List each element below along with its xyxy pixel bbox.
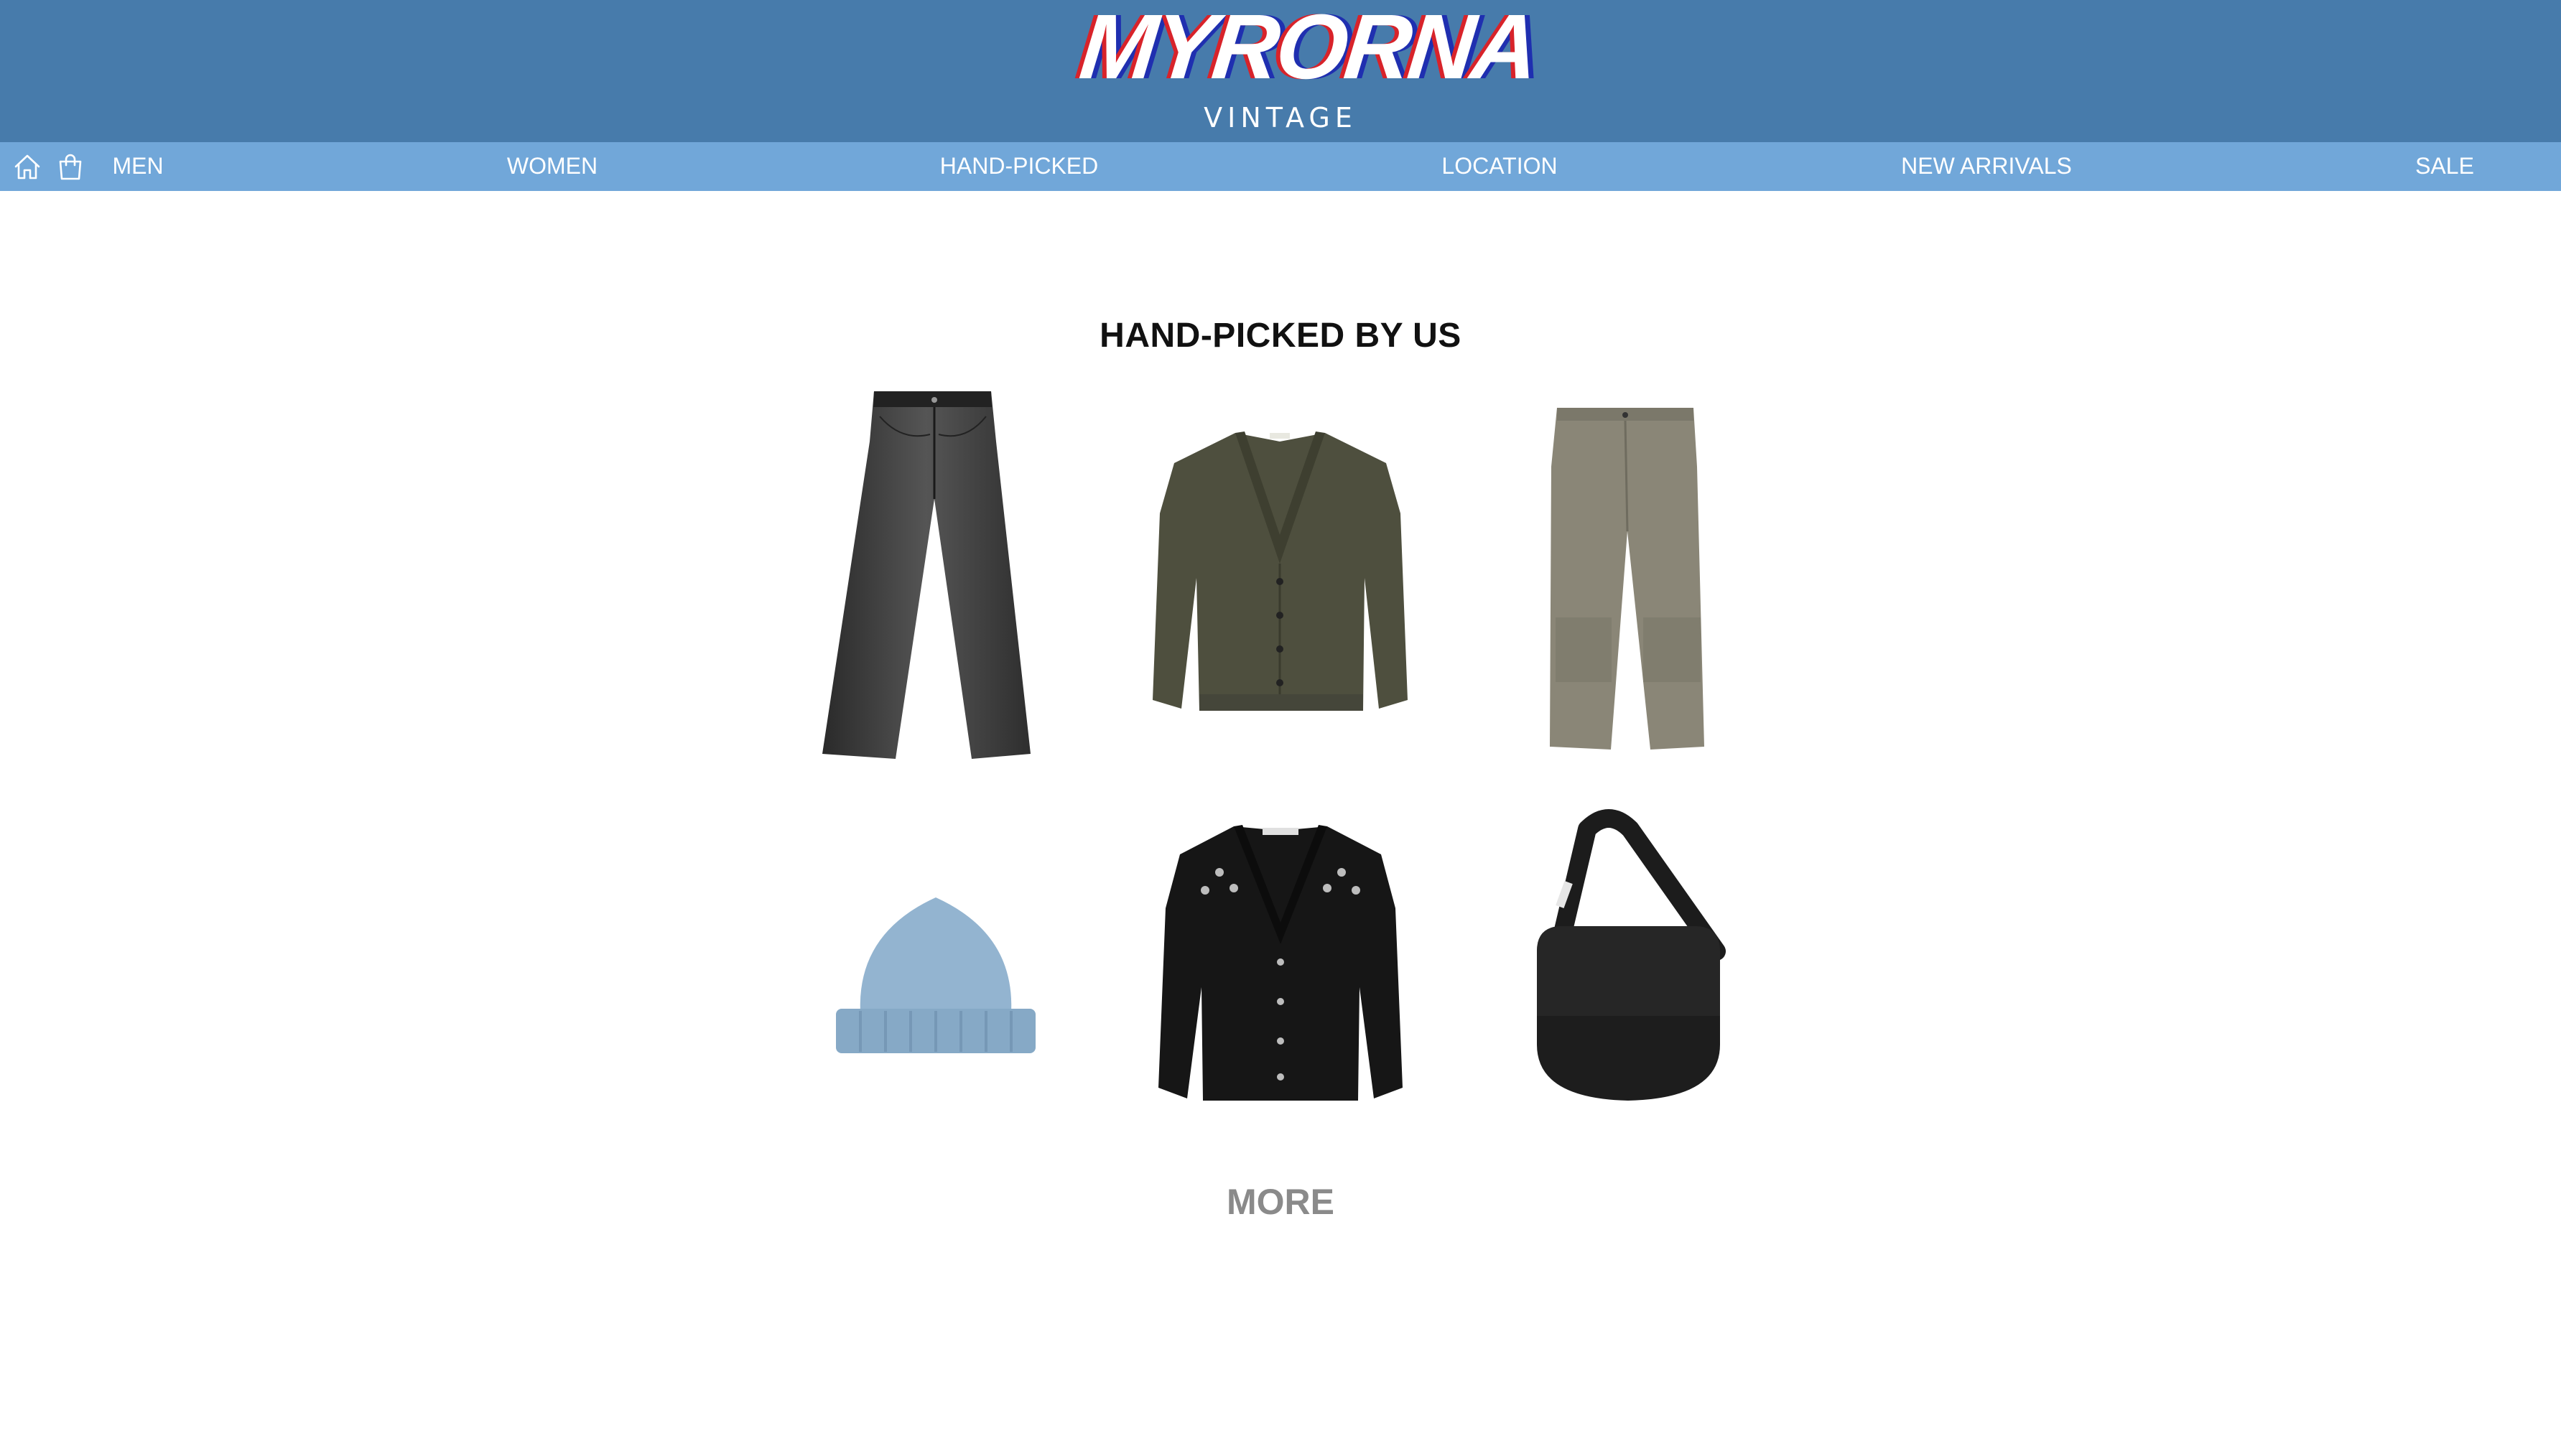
page: MYRORNA VINTAGE MEN WOMEN HAND-PICKED LO… bbox=[0, 0, 2561, 1456]
nav-link-new-arrivals[interactable]: NEW ARRIVALS bbox=[1901, 142, 2072, 191]
product-khaki-work-pants[interactable] bbox=[1543, 402, 1708, 752]
brand-logo[interactable]: MYRORNA VINTAGE bbox=[1076, 0, 1541, 134]
product-blue-beanie[interactable] bbox=[832, 890, 1040, 1059]
more-button[interactable]: MORE bbox=[1227, 1182, 1334, 1222]
nav-link-women[interactable]: WOMEN bbox=[507, 142, 598, 191]
main-nav: MEN WOMEN HAND-PICKED LOCATION NEW ARRIV… bbox=[0, 142, 2561, 191]
product-black-shoulder-bag[interactable] bbox=[1530, 808, 1727, 1106]
nav-link-location[interactable]: LOCATION bbox=[1441, 142, 1557, 191]
product-olive-cardigan[interactable] bbox=[1149, 427, 1411, 722]
black-cardigan-image bbox=[1158, 825, 1403, 1101]
cardigan-image bbox=[1153, 431, 1408, 711]
nav-link-men[interactable]: MEN bbox=[112, 142, 163, 191]
nav-link-hand-picked[interactable]: HAND-PICKED bbox=[940, 142, 1098, 191]
brand-tagline: VINTAGE bbox=[1204, 102, 1357, 134]
beanie-image bbox=[836, 897, 1036, 1053]
jeans-image bbox=[822, 391, 1031, 759]
home-icon[interactable] bbox=[13, 152, 42, 181]
more-container: MORE bbox=[0, 1181, 2561, 1223]
section-title: HAND-PICKED BY US bbox=[1100, 317, 1461, 355]
product-black-cardigan[interactable] bbox=[1155, 822, 1406, 1106]
work-pants-image bbox=[1550, 408, 1704, 750]
shopping-bag-icon[interactable] bbox=[56, 152, 85, 181]
brand-name: MYRORNA bbox=[1075, 0, 1541, 98]
site-header: MYRORNA VINTAGE bbox=[0, 0, 2561, 142]
nav-link-sale[interactable]: SALE bbox=[2415, 142, 2474, 191]
product-black-jeans[interactable] bbox=[815, 391, 1052, 761]
shoulder-bag-image bbox=[1537, 809, 1726, 1101]
